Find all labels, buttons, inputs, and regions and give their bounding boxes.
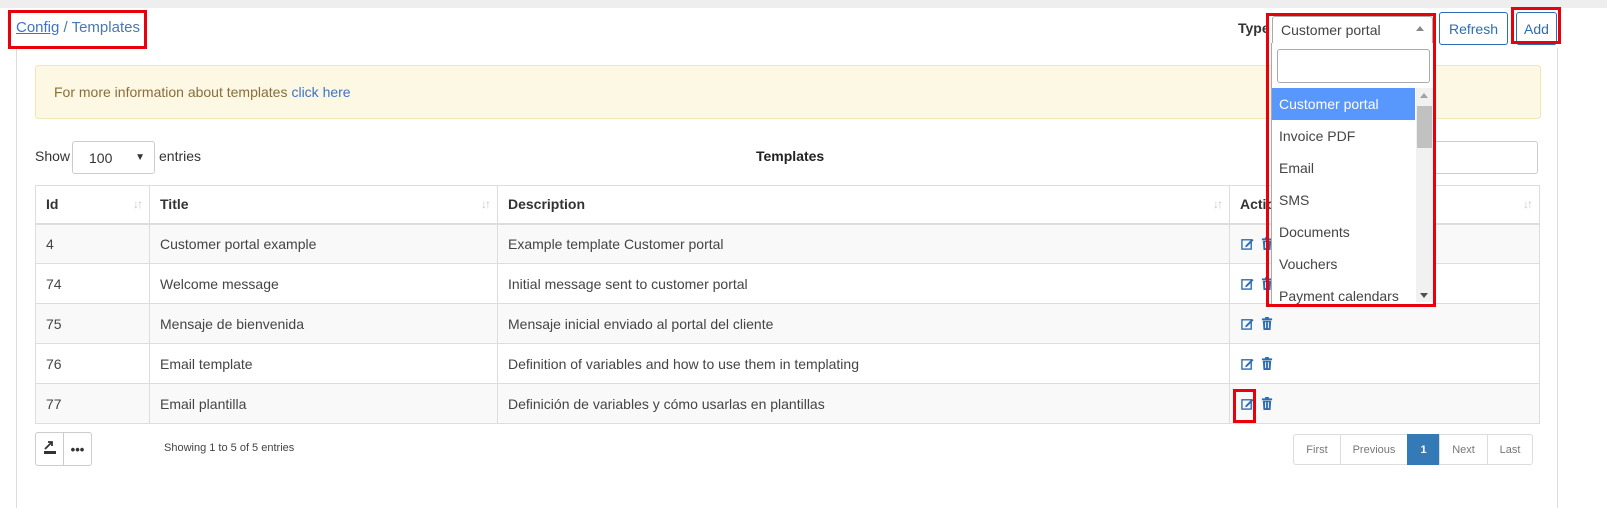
column-header-title[interactable]: Title ↓↑ (149, 185, 498, 225)
entries-label: entries (159, 148, 202, 164)
cell-description: Example template Customer portal (497, 223, 1230, 264)
type-label: Type (1238, 20, 1270, 36)
entries-info: Showing 1 to 5 of 5 entries (164, 442, 295, 454)
dropdown-scrollbar[interactable] (1416, 88, 1433, 302)
table-row: 76 Email template Definition of variable… (35, 343, 1540, 384)
dropdown-option-vouchers[interactable]: Vouchers (1272, 248, 1415, 280)
caret-down-icon: ▼ (135, 152, 145, 163)
pagination-last[interactable]: Last (1487, 434, 1533, 465)
table-row: 77 Email plantilla Definición de variabl… (35, 383, 1540, 424)
pagination-first[interactable]: First (1293, 434, 1341, 465)
column-header-label: Title (160, 196, 189, 213)
sort-icon: ↓↑ (1523, 197, 1533, 211)
dropdown-option-documents[interactable]: Documents (1272, 216, 1415, 248)
cell-description: Definición de variables y cómo usarlas e… (497, 383, 1230, 424)
entries-select[interactable]: 100 ▼ (72, 141, 155, 174)
cell-id: 4 (35, 223, 150, 264)
trash-icon[interactable] (1259, 316, 1274, 331)
refresh-button[interactable]: Refresh (1439, 12, 1508, 45)
dropdown-options: Customer portal Invoice PDF Email SMS Do… (1272, 88, 1415, 312)
top-shade (0, 0, 1607, 8)
type-select[interactable]: Customer portal (1272, 16, 1433, 44)
pagination-page-current[interactable]: 1 (1407, 434, 1440, 465)
column-header-label: Id (46, 196, 59, 213)
scrollbar-thumb[interactable] (1417, 106, 1432, 148)
more-options-button[interactable]: ••• (63, 432, 92, 466)
dropdown-option-customer-portal[interactable]: Customer portal (1272, 88, 1415, 120)
cell-title: Mensaje de bienvenida (149, 303, 498, 344)
edit-icon[interactable] (1240, 396, 1255, 411)
info-link[interactable]: click here (291, 84, 350, 100)
cell-actions (1229, 383, 1540, 424)
cell-description: Mensaje inicial enviado al portal del cl… (497, 303, 1230, 344)
breadcrumb-config-link[interactable]: Config (16, 19, 59, 36)
cell-id: 76 (35, 343, 150, 384)
cell-title: Email template (149, 343, 498, 384)
pagination-next[interactable]: Next (1439, 434, 1488, 465)
dropdown-option-sms[interactable]: SMS (1272, 184, 1415, 216)
cell-title: Welcome message (149, 263, 498, 304)
breadcrumb-separator: / (59, 19, 72, 36)
add-button[interactable]: Add (1516, 12, 1557, 45)
pagination-previous[interactable]: Previous (1340, 434, 1408, 465)
sort-icon: ↓↑ (481, 197, 491, 211)
sort-icon: ↓↑ (1213, 197, 1223, 211)
edit-icon[interactable] (1240, 276, 1255, 291)
type-dropdown: Customer portal Invoice PDF Email SMS Do… (1271, 43, 1434, 305)
sort-icon: ↓↑ (133, 197, 143, 211)
type-select-value: Customer portal (1281, 22, 1381, 38)
info-text: For more information about templates (54, 84, 288, 100)
export-button[interactable] (35, 432, 64, 466)
breadcrumb-current: Templates (71, 19, 140, 36)
edit-icon[interactable] (1240, 236, 1255, 251)
pagination: First Previous 1 Next Last (1293, 434, 1533, 465)
dropdown-option-invoice-pdf[interactable]: Invoice PDF (1272, 120, 1415, 152)
trash-icon[interactable] (1259, 356, 1274, 371)
cell-actions (1229, 343, 1540, 384)
cell-description: Initial message sent to customer portal (497, 263, 1230, 304)
entries-value: 100 (89, 149, 113, 166)
more-icon: ••• (70, 441, 85, 457)
scroll-down-icon[interactable] (1420, 293, 1428, 298)
cell-id: 77 (35, 383, 150, 424)
cell-title: Email plantilla (149, 383, 498, 424)
breadcrumb: Config / Templates (16, 19, 140, 36)
scroll-up-icon[interactable] (1420, 93, 1428, 98)
export-icon (43, 440, 57, 458)
edit-icon[interactable] (1240, 316, 1255, 331)
caret-up-icon (1416, 26, 1424, 31)
dropdown-option-payment-calendars[interactable]: Payment calendars (1272, 280, 1415, 312)
cell-description: Definition of variables and how to use t… (497, 343, 1230, 384)
dropdown-search-input[interactable] (1277, 49, 1430, 83)
cell-id: 74 (35, 263, 150, 304)
table-search-input[interactable] (1420, 141, 1538, 174)
edit-icon[interactable] (1240, 356, 1255, 371)
trash-icon[interactable] (1259, 396, 1274, 411)
table-title: Templates (756, 148, 825, 164)
column-header-id[interactable]: Id ↓↑ (35, 185, 150, 225)
cell-title: Customer portal example (149, 223, 498, 264)
column-header-label: Description (508, 196, 586, 213)
show-label: Show (35, 148, 71, 164)
cell-id: 75 (35, 303, 150, 344)
column-header-description[interactable]: Description ↓↑ (497, 185, 1230, 225)
dropdown-option-email[interactable]: Email (1272, 152, 1415, 184)
